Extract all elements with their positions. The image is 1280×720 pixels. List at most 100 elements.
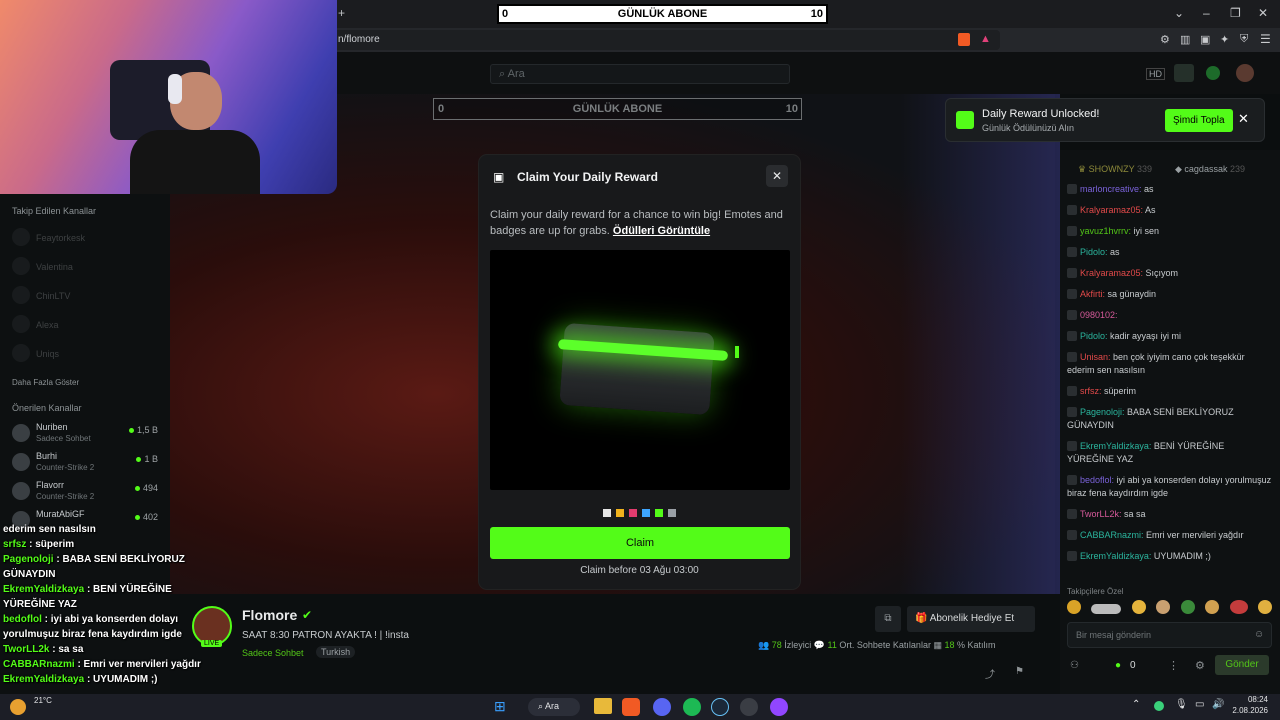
app-icon[interactable]: [740, 698, 758, 716]
new-tab-button[interactable]: +: [338, 6, 345, 20]
spotify-icon[interactable]: [683, 698, 701, 716]
chat-message[interactable]: CABBARnazmi: Emri ver mervileri yağdır: [1067, 529, 1272, 542]
chat-message[interactable]: Akfirti: sa günaydin: [1067, 288, 1272, 301]
chat-message[interactable]: EkremYaldizkaya: BENİ YÜREĞİNE YÜREĞİNE …: [1067, 440, 1272, 466]
brave-icon[interactable]: [622, 698, 640, 716]
leo-icon[interactable]: ✦: [1220, 33, 1229, 46]
tray-expand-icon[interactable]: ⌃: [1132, 699, 1140, 710]
profile-avatar[interactable]: [1236, 64, 1254, 82]
chat-username[interactable]: Pidolo:: [1080, 331, 1108, 341]
start-icon[interactable]: ⊞: [494, 698, 506, 715]
overlay-chat-line: Pagenoloji : BABA SENİ BEKLİYORUZ GÜNAYD…: [3, 552, 213, 582]
modal-close-button[interactable]: ✕: [766, 165, 788, 187]
reward-swatch[interactable]: [642, 509, 650, 517]
maximize-icon[interactable]: ❐: [1230, 6, 1241, 20]
chat-username[interactable]: 0980102:: [1080, 310, 1118, 320]
chat-message[interactable]: marloncreative: as: [1067, 183, 1272, 196]
settings-icon[interactable]: ⚙: [1195, 659, 1205, 672]
view-rewards-link[interactable]: Ödülleri Görüntüle: [613, 225, 710, 237]
menu-icon[interactable]: ☰: [1260, 32, 1271, 46]
chat-username[interactable]: Unisan:: [1080, 352, 1111, 362]
display-icon[interactable]: ▭: [1195, 699, 1204, 710]
language-tag[interactable]: Turkish: [316, 646, 356, 658]
reward-swatch[interactable]: [616, 509, 624, 517]
discord-icon[interactable]: [653, 698, 671, 716]
file-explorer-icon[interactable]: [594, 698, 612, 714]
minimize-icon[interactable]: –: [1203, 6, 1210, 20]
chat-message[interactable]: TworLL2k: sa sa: [1067, 508, 1272, 521]
toast-close-icon[interactable]: ✕: [1238, 111, 1249, 127]
chat-username[interactable]: Pidolo:: [1080, 247, 1108, 257]
emote-strip[interactable]: [1067, 600, 1277, 618]
reward-swatch[interactable]: [629, 509, 637, 517]
emoji-icon[interactable]: ☺: [1254, 629, 1264, 640]
more-icon[interactable]: ⋮: [1168, 659, 1179, 672]
chat-message[interactable]: Kralyaramaz05: Sıçıyom: [1067, 267, 1272, 280]
hd-icon[interactable]: HD: [1146, 68, 1165, 80]
chat-input[interactable]: Bir mesaj gönderin ☺: [1067, 622, 1272, 648]
reward-swatch[interactable]: [603, 509, 611, 517]
clip-icon[interactable]: ⧉: [875, 606, 901, 632]
chat-username[interactable]: yavuz1hvrrv:: [1080, 226, 1131, 236]
share-icon[interactable]: ⤴: [985, 666, 995, 681]
chat-username[interactable]: Akfirti:: [1080, 289, 1105, 299]
chat-message[interactable]: srfsz: süperim: [1067, 385, 1272, 398]
chat-username[interactable]: Pagenoloji:: [1080, 407, 1125, 417]
kick-icon[interactable]: [1206, 66, 1220, 80]
claim-button[interactable]: Claim: [490, 527, 790, 559]
reward-swatch[interactable]: [668, 509, 676, 517]
brave-rewards-icon[interactable]: ▲: [980, 33, 991, 45]
gift-sub-button[interactable]: 🎁 Abonelik Hediye Et: [907, 606, 1035, 632]
chat-username[interactable]: TworLL2k:: [1080, 509, 1122, 519]
url-field[interactable]: n/flomore: [330, 30, 1000, 50]
followed-channel[interactable]: Uniqs: [12, 344, 59, 362]
chat-message[interactable]: Kralyaramaz05: As: [1067, 204, 1272, 217]
followed-channel[interactable]: Alexa: [12, 315, 59, 333]
vpn-icon[interactable]: ⛨: [1240, 33, 1248, 46]
volume-icon[interactable]: 🔊: [1212, 699, 1224, 710]
chat-username[interactable]: EkremYaldizkaya:: [1080, 441, 1151, 451]
clock-time[interactable]: 08:24: [1234, 695, 1268, 704]
chat-message[interactable]: yavuz1hvrrv: iyi sen: [1067, 225, 1272, 238]
chat-message[interactable]: Unisan: ben çok iyiyim cano çok teşekkür…: [1067, 351, 1272, 377]
show-more-link[interactable]: Daha Fazla Göster: [12, 378, 79, 387]
chat-username[interactable]: EkremYaldizkaya:: [1080, 551, 1151, 561]
stream-category[interactable]: Sadece Sohbet: [242, 648, 304, 658]
chat-message[interactable]: Pagenoloji: BABA SENİ BEKLİYORUZ GÜNAYDI…: [1067, 406, 1272, 432]
streamer-name[interactable]: Flomore: [242, 607, 297, 623]
followed-channel[interactable]: ChinLTV: [12, 286, 70, 304]
chat-message[interactable]: Pidolo: kadir ayyaşı iyi mi: [1067, 330, 1272, 343]
collect-now-button[interactable]: Şimdi Topla: [1165, 109, 1233, 132]
tab-list-icon[interactable]: ⌄: [1174, 6, 1184, 20]
rewards-icon[interactable]: [1174, 64, 1194, 82]
reward-swatch[interactable]: [655, 509, 663, 517]
tray-app-icon[interactable]: [1154, 701, 1164, 711]
chat-username[interactable]: CABBARnazmi:: [1080, 530, 1144, 540]
taskbar-search[interactable]: ⌕ Ara: [528, 698, 580, 716]
steam-icon[interactable]: [711, 698, 729, 716]
obs-icon[interactable]: [770, 698, 788, 716]
wallet-icon[interactable]: ▣: [1200, 33, 1210, 46]
mic-icon[interactable]: 🎙: [1175, 699, 1188, 710]
close-window-icon[interactable]: ✕: [1258, 6, 1268, 20]
weather-icon[interactable]: [10, 699, 26, 715]
search-input[interactable]: ⌕ Ara: [490, 64, 790, 84]
chat-message[interactable]: bedoflol: iyi abi ya konserden dolayı yo…: [1067, 474, 1272, 500]
chat-message[interactable]: EkremYaldizkaya: UYUMADIM ;): [1067, 550, 1272, 563]
brave-shield-icon[interactable]: [958, 33, 970, 46]
chat-username[interactable]: bedoflol:: [1080, 475, 1114, 485]
chat-username[interactable]: Kralyaramaz05:: [1080, 205, 1143, 215]
chat-username[interactable]: Kralyaramaz05:: [1080, 268, 1143, 278]
chat-username[interactable]: srfsz:: [1080, 386, 1102, 396]
kick-points-icon[interactable]: ⚇: [1070, 660, 1079, 671]
extensions-icon[interactable]: ⚙: [1160, 33, 1170, 46]
followed-channel[interactable]: Feaytorkesk: [12, 228, 85, 246]
followed-channel[interactable]: Valentina: [12, 257, 73, 275]
report-icon[interactable]: ⚑: [1015, 666, 1024, 677]
chat-message[interactable]: Pidolo: as: [1067, 246, 1272, 259]
send-button[interactable]: Gönder: [1215, 655, 1269, 675]
chat-message[interactable]: 0980102:: [1067, 309, 1272, 322]
sidebar-toggle-icon[interactable]: ▥: [1180, 33, 1190, 46]
clock-date[interactable]: 2.08.2026: [1226, 706, 1268, 715]
chat-username[interactable]: marloncreative:: [1080, 184, 1142, 194]
